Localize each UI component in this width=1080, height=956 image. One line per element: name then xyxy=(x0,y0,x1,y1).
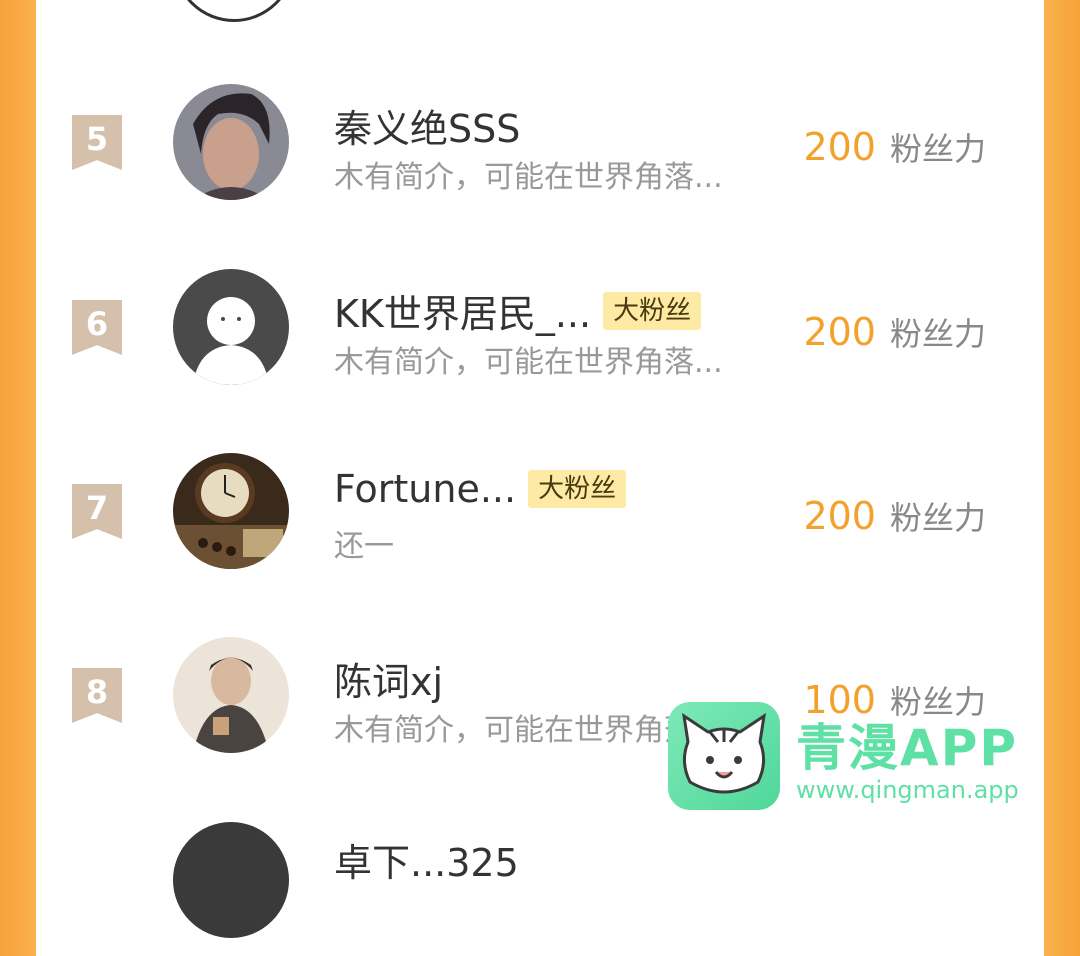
big-fan-badge: 大粉丝 xyxy=(528,470,627,508)
rank-badge: 6 xyxy=(72,300,122,355)
watermark-url: www.qingman.app xyxy=(796,776,1019,804)
rank-badge: 5 xyxy=(72,115,122,170)
user-name[interactable]: KK世界居民_... xyxy=(334,283,591,338)
qingman-watermark: 青漫APP www.qingman.app xyxy=(668,702,1038,812)
cat-logo-icon xyxy=(668,702,780,810)
fan-power-label: 粉丝力 xyxy=(889,499,986,537)
fan-power-value: 200 xyxy=(803,310,876,354)
fan-power-value: 200 xyxy=(803,494,876,538)
rank-badge: 7 xyxy=(72,484,122,539)
user-bio: 木有简介，可能在世界角落... xyxy=(334,160,723,195)
avatar-partial-top[interactable] xyxy=(173,0,295,22)
fan-power-label: 粉丝力 xyxy=(889,315,986,353)
avatar[interactable] xyxy=(173,822,289,938)
avatar[interactable] xyxy=(173,637,289,753)
user-bio: 木有简介，可能在世界角落... xyxy=(334,345,723,380)
fan-power-label: 粉丝力 xyxy=(889,130,986,168)
user-name[interactable]: 卓下...325 xyxy=(334,832,519,887)
user-name[interactable]: 秦义绝SSS xyxy=(334,98,520,153)
ranking-row-5[interactable]: 5 秦义绝SSS 木有简介，可能在世界角落... 200 粉丝力 xyxy=(36,68,1044,218)
user-bio: 还一 xyxy=(334,529,394,564)
user-bio: 木有简介，可能在世界角落... xyxy=(334,713,723,748)
ranking-row-6[interactable]: 6 KK世界居民_... 大粉丝 木有简介，可能在世界角落... 200 粉丝力 xyxy=(36,253,1044,403)
watermark-title: 青漫APP xyxy=(796,719,1018,777)
avatar[interactable] xyxy=(173,453,289,569)
fan-power-value: 200 xyxy=(803,125,876,169)
ranking-row-partial[interactable]: 卓下...325 xyxy=(36,806,1044,956)
user-name[interactable]: 陈词xj xyxy=(334,651,443,706)
avatar[interactable] xyxy=(173,269,289,385)
ranking-row-7[interactable]: 7 Fortune... 大粉丝 还一 200 粉丝力 xyxy=(36,437,1044,587)
avatar[interactable] xyxy=(173,84,289,200)
big-fan-badge: 大粉丝 xyxy=(603,291,702,330)
rank-badge: 8 xyxy=(72,668,122,723)
user-name[interactable]: Fortune... xyxy=(334,467,516,511)
